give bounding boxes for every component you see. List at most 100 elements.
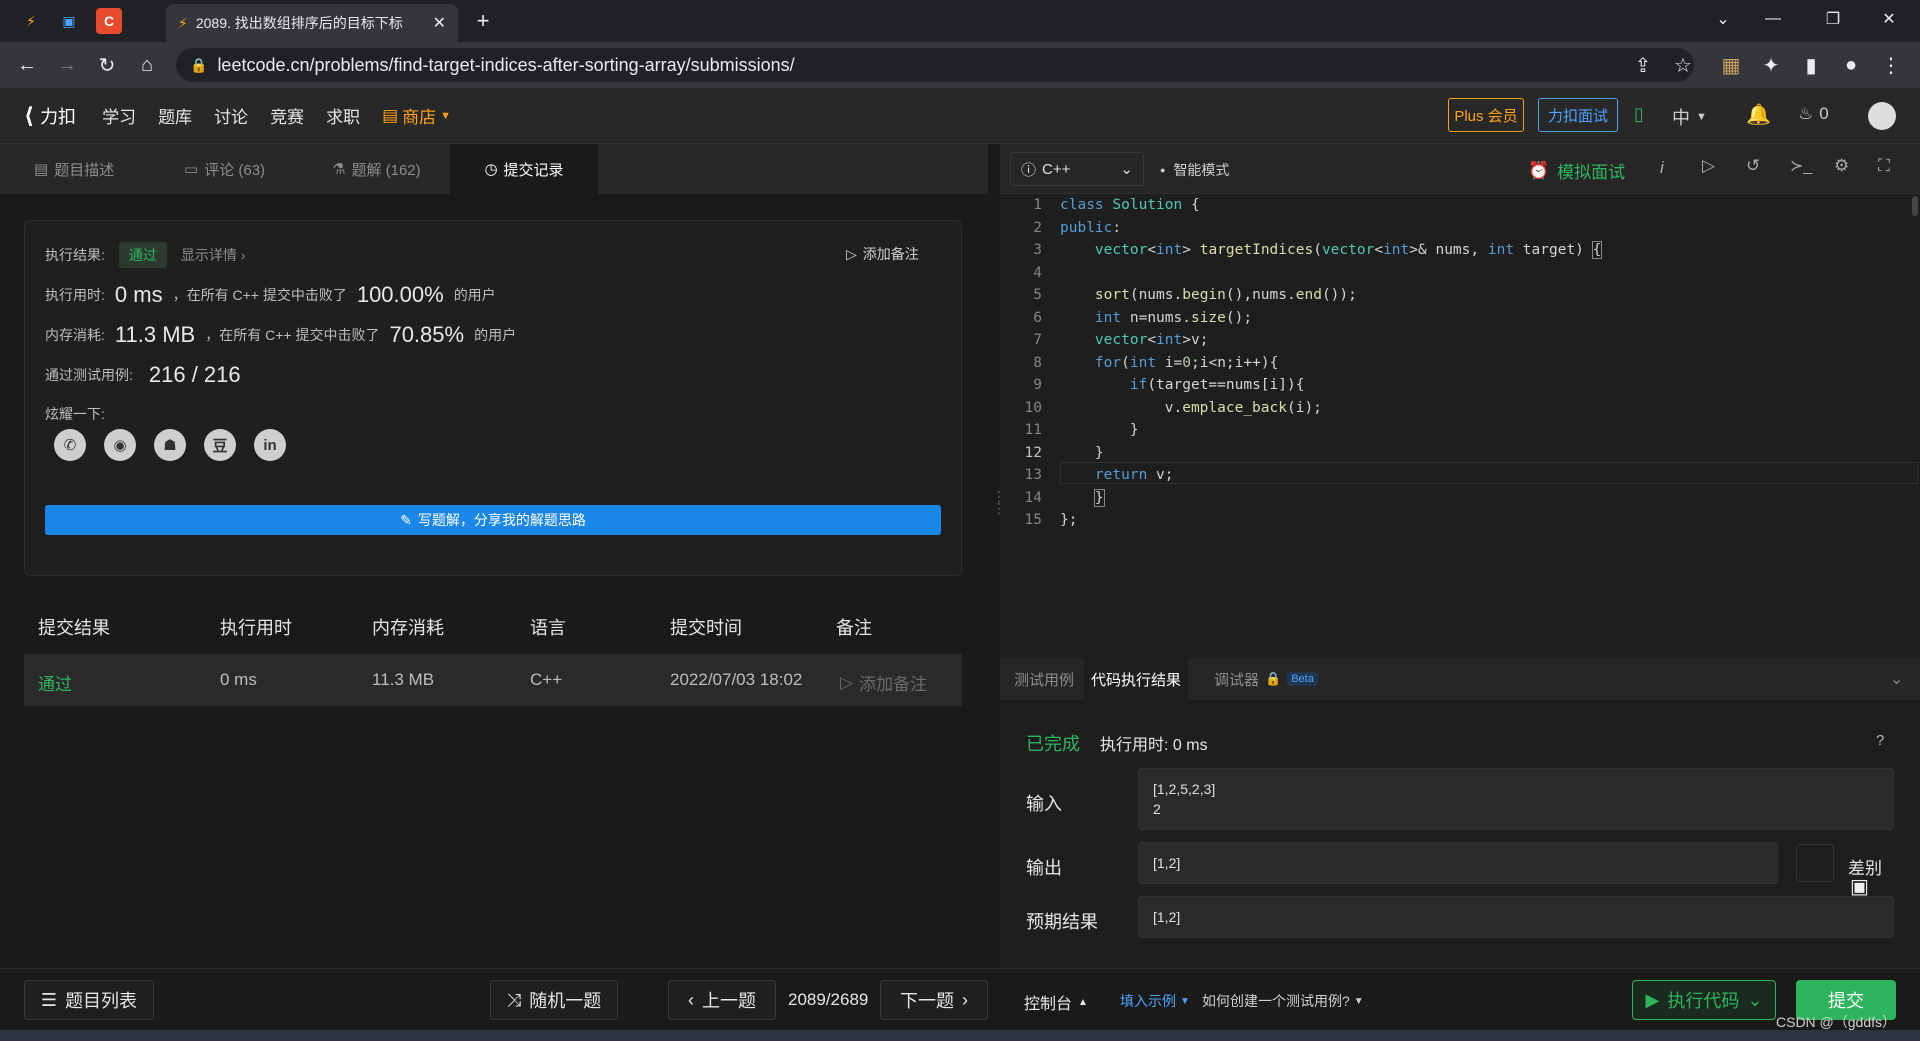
help-icon[interactable]: ?	[1876, 732, 1884, 749]
restore-icon[interactable]: ❐	[1810, 0, 1856, 38]
diff-toggle[interactable]	[1796, 844, 1834, 882]
how-to-testcase-link[interactable]: 如何创建一个测试用例? ▼	[1202, 991, 1364, 1011]
extension-icon[interactable]: ▦	[1718, 52, 1744, 78]
code-content[interactable]: class Solution {public: vector<int> targ…	[1060, 194, 1603, 532]
tab-description[interactable]: ▤ 题目描述	[34, 144, 114, 194]
csdn-tab-icon[interactable]: C	[96, 8, 122, 34]
wechat-icon[interactable]: ✆	[54, 429, 86, 461]
tab-comments[interactable]: ▭ 评论 (63)	[184, 144, 265, 194]
line-number: 3	[1033, 242, 1042, 258]
back-icon[interactable]: ←	[14, 52, 40, 78]
new-tab-icon[interactable]: +	[470, 8, 496, 34]
tab-solutions[interactable]: ⚗ 题解 (162)	[332, 144, 421, 194]
terminal-icon[interactable]: ≻_	[1790, 156, 1812, 176]
interview-button[interactable]: 力扣面试	[1538, 98, 1618, 132]
browser-tab-bar: ⚡ ▣ C ⚡ 2089. 找出数组排序后的目标下标 ✕ + ⌄ — ❐ ✕	[0, 0, 1920, 42]
play-icon[interactable]: ▷	[1702, 156, 1715, 176]
points[interactable]: ♨ 0	[1798, 104, 1829, 124]
write-solution-button[interactable]: ✎ 写题解，分享我的解题思路	[45, 505, 941, 535]
caret-down-icon: ▼	[440, 109, 452, 122]
tab-search-icon[interactable]: ⌄	[1700, 0, 1746, 38]
line-number: 10	[1024, 399, 1042, 416]
random-button[interactable]: ⤨ 随机一题	[490, 980, 618, 1020]
language-switch[interactable]: 中 ▼	[1672, 104, 1707, 130]
browser-menu-icon[interactable]: ⋮	[1878, 52, 1904, 78]
line-number: 2	[1033, 219, 1042, 236]
problem-list-button[interactable]: ☰ 题目列表	[24, 980, 154, 1020]
shuffle-icon: ⤨	[506, 989, 522, 1010]
mock-interview-button[interactable]: ⏰ 模拟面试	[1528, 158, 1625, 183]
language-value: C++	[1042, 160, 1071, 178]
close-window-icon[interactable]: ✕	[1866, 0, 1912, 38]
site-logo[interactable]: ⟨ 力扣	[24, 103, 76, 129]
bookmark-star-icon[interactable]: ☆	[1670, 52, 1696, 78]
share-icon[interactable]: ⇪	[1630, 52, 1656, 78]
close-tab-icon[interactable]: ✕	[433, 13, 446, 33]
settings-icon[interactable]: ⚙	[1834, 156, 1849, 176]
console-toggle[interactable]: 控制台 ▲	[1024, 990, 1088, 1014]
reset-icon[interactable]: ↺	[1746, 156, 1760, 176]
line-number: 14	[1024, 489, 1042, 506]
home-icon[interactable]: ⌂	[134, 52, 160, 78]
code-line: for(int i=0;i<n;i++){	[1094, 354, 1279, 371]
table-row[interactable]: 通过 0 ms 11.3 MB C++ 2022/07/03 18:02 ▷ 添加…	[24, 654, 962, 706]
panel-splitter[interactable]: ⋮ ⋮	[988, 144, 1006, 1041]
forward-icon[interactable]: →	[54, 52, 80, 78]
add-note-label: 添加备注	[862, 246, 919, 262]
info-italic-icon[interactable]: i	[1660, 158, 1664, 178]
douban-icon[interactable]: 豆	[204, 429, 236, 461]
debugger-label: 调试器	[1214, 671, 1260, 689]
add-note-button[interactable]: ▷ 添加备注	[846, 244, 919, 264]
code-line: public:	[1060, 219, 1122, 236]
extensions-puzzle-icon[interactable]: ✦	[1758, 52, 1784, 78]
profile-icon[interactable]: ●	[1838, 52, 1864, 78]
nav-discuss[interactable]: 讨论	[214, 103, 248, 128]
tab-testcase[interactable]: 测试用例	[1014, 658, 1074, 700]
sidebar-icon[interactable]: ▮	[1798, 52, 1824, 78]
line-number: 7	[1033, 332, 1042, 348]
show-details-link[interactable]: 显示详情 ›	[181, 245, 246, 265]
row-status[interactable]: 通过	[38, 670, 72, 695]
url-bar[interactable]: 🔒 leetcode.cn/problems/find-target-indic…	[176, 48, 1694, 82]
language-select[interactable]: ⓘ C++ ⌄	[1010, 152, 1144, 186]
clock-icon: ◷	[484, 161, 498, 178]
nav-problems[interactable]: 题库	[158, 103, 192, 128]
run-summary: 已完成 执行用时: 0 ms	[1026, 730, 1208, 756]
linkedin-icon[interactable]: in	[254, 429, 286, 461]
fill-example-button[interactable]: 填入示例 ▼	[1120, 991, 1190, 1011]
minimize-icon[interactable]: —	[1750, 0, 1796, 38]
tab-submissions[interactable]: ◷ 提交记录	[450, 144, 598, 194]
collapse-icon[interactable]: ⌄	[1890, 658, 1903, 700]
next-button[interactable]: 下一题 ›	[880, 980, 988, 1020]
bilibili-tab-icon[interactable]: ▣	[56, 8, 82, 34]
qq-icon[interactable]: ☗	[154, 429, 186, 461]
weibo-icon[interactable]: ◉	[104, 429, 136, 461]
code-line: }	[1060, 422, 1139, 438]
row-add-note[interactable]: ▷ 添加备注	[840, 670, 927, 695]
nav-store[interactable]: ▤ 商店 ▼	[382, 103, 451, 128]
fullscreen-icon[interactable]: ⛶	[1878, 156, 1890, 176]
prev-button[interactable]: ‹ 上一题	[668, 980, 776, 1020]
flag-icon: ▷	[840, 672, 854, 692]
bell-icon[interactable]: 🔔	[1746, 102, 1771, 127]
tab-run-result[interactable]: 代码执行结果	[1084, 658, 1188, 700]
nav-jobs[interactable]: 求职	[326, 103, 360, 128]
avatar[interactable]	[1868, 102, 1896, 130]
reload-icon[interactable]: ↻	[94, 52, 120, 78]
editor-scrollbar[interactable]	[1912, 196, 1918, 216]
leetcode-favicon-icon: ⚡	[178, 14, 188, 31]
nav-contest[interactable]: 竞赛	[270, 103, 304, 128]
flask-icon: ⚗	[332, 161, 346, 178]
tab-debugger[interactable]: 调试器 🔒 Beta	[1214, 658, 1318, 700]
phone-icon[interactable]: ▯	[1634, 104, 1644, 125]
active-tab[interactable]: ⚡ 2089. 找出数组排序后的目标下标 ✕	[166, 4, 458, 42]
leetcode-tab-icon[interactable]: ⚡	[18, 8, 44, 34]
run-code-button[interactable]: ▶ 执行代码 ⌄	[1632, 980, 1776, 1020]
plus-member-button[interactable]: Plus 会员	[1448, 98, 1524, 132]
editor-toolbar: ⓘ C++ ⌄ ● 智能模式 ⏰ 模拟面试 i ▷ ↺ ≻_ ⚙ ⛶	[1000, 144, 1920, 194]
row-date: 2022/07/03 18:02	[670, 670, 803, 689]
smart-mode[interactable]: ● 智能模式	[1160, 160, 1229, 180]
nav-learn[interactable]: 学习	[102, 103, 136, 128]
prev-label: 上一题	[702, 991, 756, 1011]
flame-icon: ♨	[1798, 104, 1814, 123]
